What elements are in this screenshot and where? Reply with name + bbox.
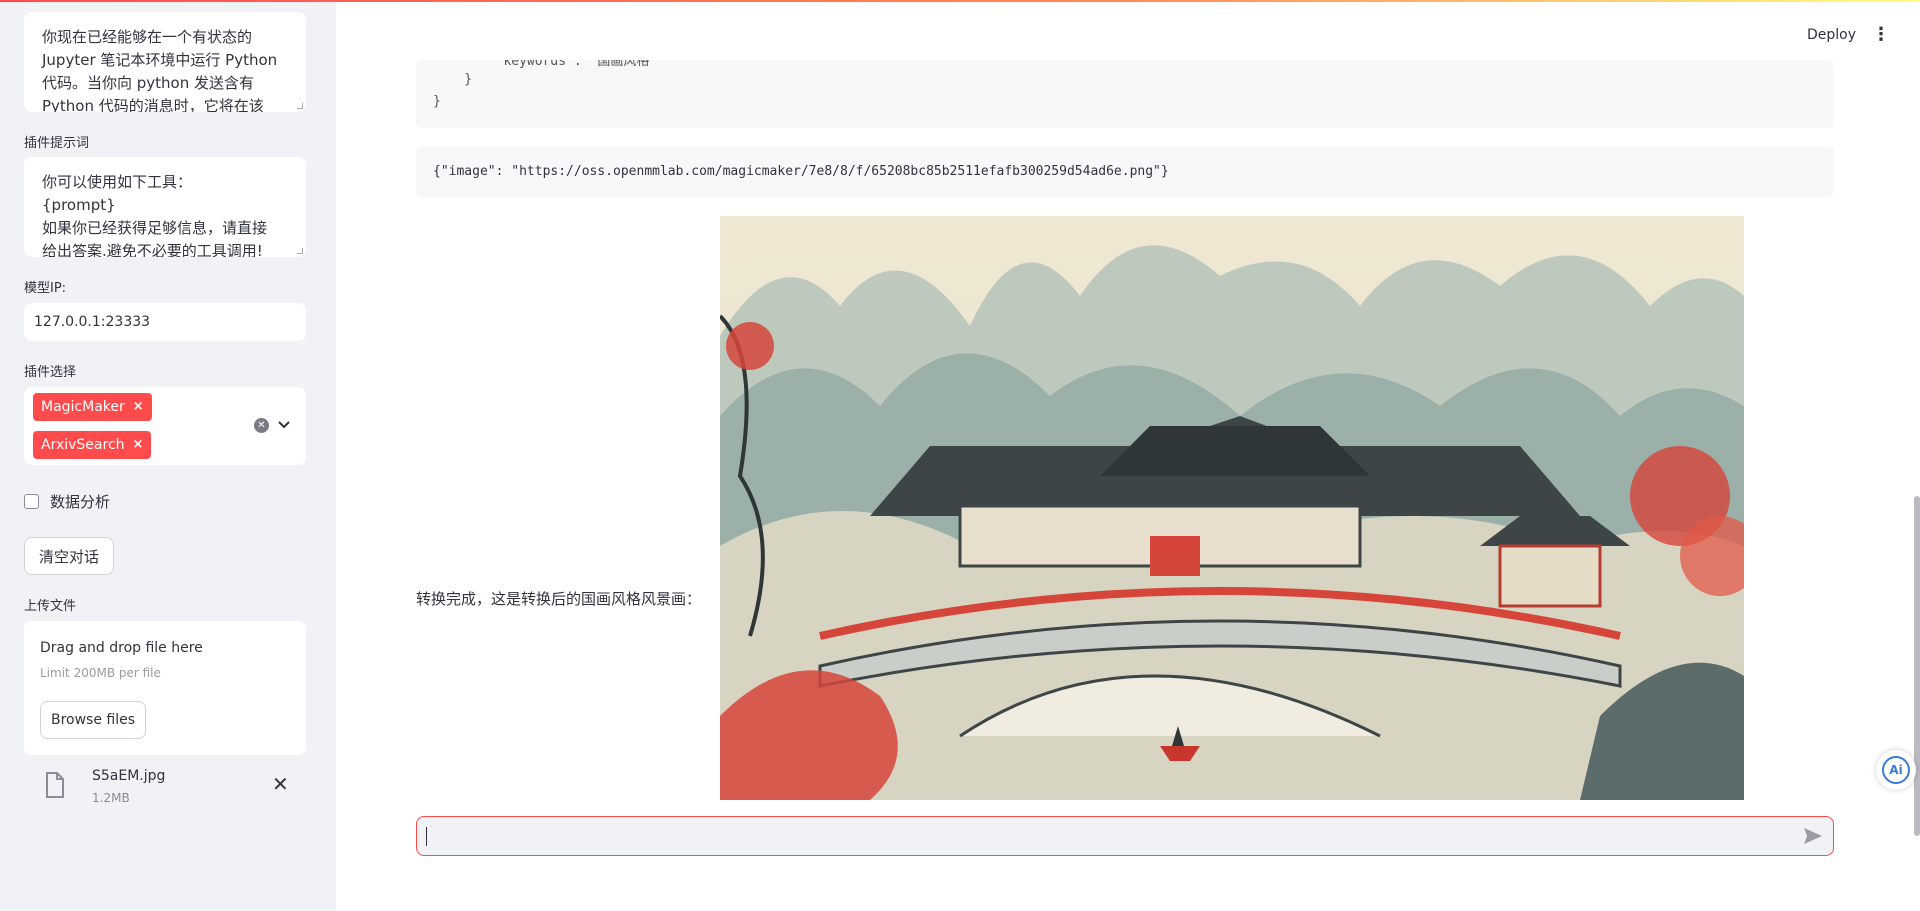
remove-file-icon[interactable]: ✕ [272, 772, 289, 796]
file-icon [44, 772, 66, 802]
plugin-prompt-line: 如果你已经获得足够信息，请直接 [42, 219, 268, 237]
system-prompt-line: 你现在已经能够在一个有状态的 [42, 28, 253, 46]
code-line: "keywords": "国画风格" [433, 60, 658, 69]
plugin-tag-magicmaker: MagicMaker × [33, 393, 152, 421]
ai-assistant-icon[interactable]: Ai [1876, 750, 1916, 790]
top-decoration-bar [0, 0, 1920, 2]
data-analysis-checkbox-row[interactable]: 数据分析 [24, 491, 110, 512]
plugin-prompt-label: 插件提示词 [24, 136, 90, 151]
plugin-prompt-textarea[interactable]: 你可以使用如下工具： {prompt} 如果你已经获得足够信息，请直接 给出答案… [24, 157, 306, 257]
model-ip-input[interactable]: 127.0.0.1:23333 [24, 303, 306, 341]
chevron-down-icon[interactable] [277, 415, 293, 435]
browse-files-button[interactable]: Browse files [40, 701, 146, 739]
clear-all-icon[interactable]: ✕ [254, 418, 269, 433]
clear-conversation-button[interactable]: 清空对话 [24, 537, 114, 575]
main-menu-icon[interactable]: ⋮ [1872, 24, 1890, 45]
plugin-multiselect[interactable]: MagicMaker × ArxivSearch × ✕ [24, 387, 306, 465]
code-line: } [433, 94, 441, 109]
dropzone-title: Drag and drop file here [40, 640, 203, 656]
plugin-tag-arxivsearch: ArxivSearch × [33, 431, 152, 459]
send-icon[interactable] [1803, 827, 1823, 849]
file-name: S5aEM.jpg [92, 768, 166, 784]
header-actions: Deploy ⋮ [1807, 24, 1890, 45]
system-prompt-line: Jupyter 笔记本环境中运行 Python [42, 51, 278, 69]
model-ip-label: 模型IP: [24, 281, 67, 296]
remove-tag-icon[interactable]: × [133, 431, 144, 459]
file-size: 1.2MB [92, 791, 130, 805]
main-scrollbar[interactable] [1914, 496, 1920, 836]
plugin-prompt-line: 给出答案.避免不必要的工具调用! [42, 242, 263, 257]
text-caret [426, 827, 427, 846]
uploaded-file-row: S5aEM.jpg 1.2MB ✕ [44, 768, 306, 808]
code-line: } [433, 72, 473, 87]
plugin-tag-label: ArxivSearch [41, 437, 125, 453]
remove-tag-icon[interactable]: × [133, 393, 144, 421]
system-prompt-textarea[interactable]: 你现在已经能够在一个有状态的 Jupyter 笔记本环境中运行 Python 代… [24, 12, 306, 112]
deploy-button[interactable]: Deploy [1807, 27, 1856, 43]
upload-label: 上传文件 [24, 599, 77, 614]
plugin-tag-label: MagicMaker [41, 399, 125, 415]
chat-input[interactable] [416, 816, 1834, 856]
json-output-block: {"image": "https://oss.openmmlab.com/mag… [416, 146, 1834, 198]
data-analysis-checkbox[interactable] [24, 494, 39, 509]
file-dropzone[interactable]: Drag and drop file here Limit 200MB per … [24, 621, 306, 755]
dropzone-limit: Limit 200MB per file [40, 666, 161, 680]
resize-handle-icon[interactable] [297, 248, 303, 254]
resize-handle-icon[interactable] [297, 103, 303, 109]
plugin-prompt-line: 你可以使用如下工具： [42, 173, 193, 191]
system-prompt-line: 代码。当你向 python 发送含有 [42, 74, 255, 92]
ai-badge-label: Ai [1882, 756, 1910, 784]
system-prompt-line: Python 代码的消息时，它将在该 [42, 97, 264, 112]
plugin-select-label: 插件选择 [24, 365, 77, 380]
code-block: "keywords": "国画风格" } } [416, 60, 1834, 128]
generated-landscape-image [720, 216, 1744, 800]
sidebar: 你现在已经能够在一个有状态的 Jupyter 笔记本环境中运行 Python 代… [0, 0, 336, 911]
assistant-caption: 转换完成，这是转换后的国画风格风景画： [416, 590, 702, 608]
data-analysis-label: 数据分析 [50, 493, 111, 511]
plugin-prompt-line: {prompt} [42, 196, 116, 214]
